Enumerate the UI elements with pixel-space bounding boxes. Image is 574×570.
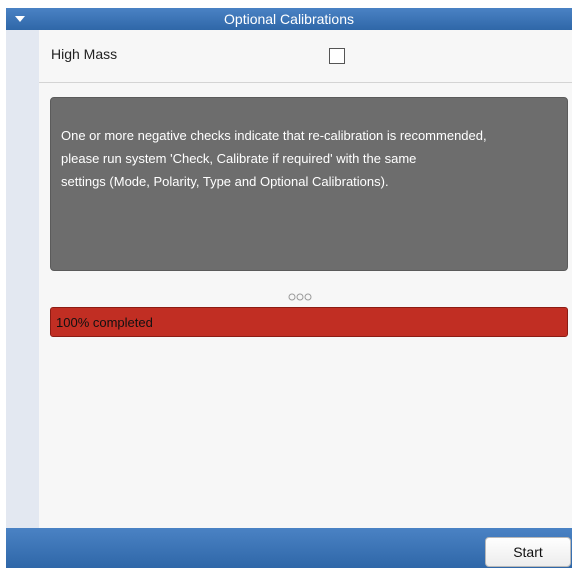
- message-line: One or more negative checks indicate tha…: [61, 128, 487, 143]
- high-mass-checkbox[interactable]: [329, 48, 345, 64]
- section-header[interactable]: Optional Calibrations: [6, 8, 572, 30]
- message-line: please run system 'Check, Calibrate if r…: [61, 151, 417, 166]
- message-line: settings (Mode, Polarity, Type and Optio…: [61, 174, 389, 189]
- triangle-down-icon[interactable]: [12, 8, 28, 30]
- left-rail: [6, 30, 39, 528]
- start-button[interactable]: Start: [485, 537, 571, 567]
- progress-bar: 100% completed: [50, 307, 568, 337]
- app-window: Optional Calibrations High Mass One or m…: [6, 8, 572, 568]
- footer-bar: Start: [6, 528, 572, 568]
- progress-label: 100% completed: [56, 315, 153, 330]
- option-label-high-mass: High Mass: [51, 46, 118, 62]
- message-box: One or more negative checks indicate tha…: [50, 97, 568, 271]
- section-title: Optional Calibrations: [224, 11, 354, 27]
- option-row-high-mass: High Mass: [39, 30, 572, 83]
- content-area: High Mass One or more negative checks in…: [39, 30, 572, 528]
- drag-grip-icon[interactable]: [284, 292, 316, 302]
